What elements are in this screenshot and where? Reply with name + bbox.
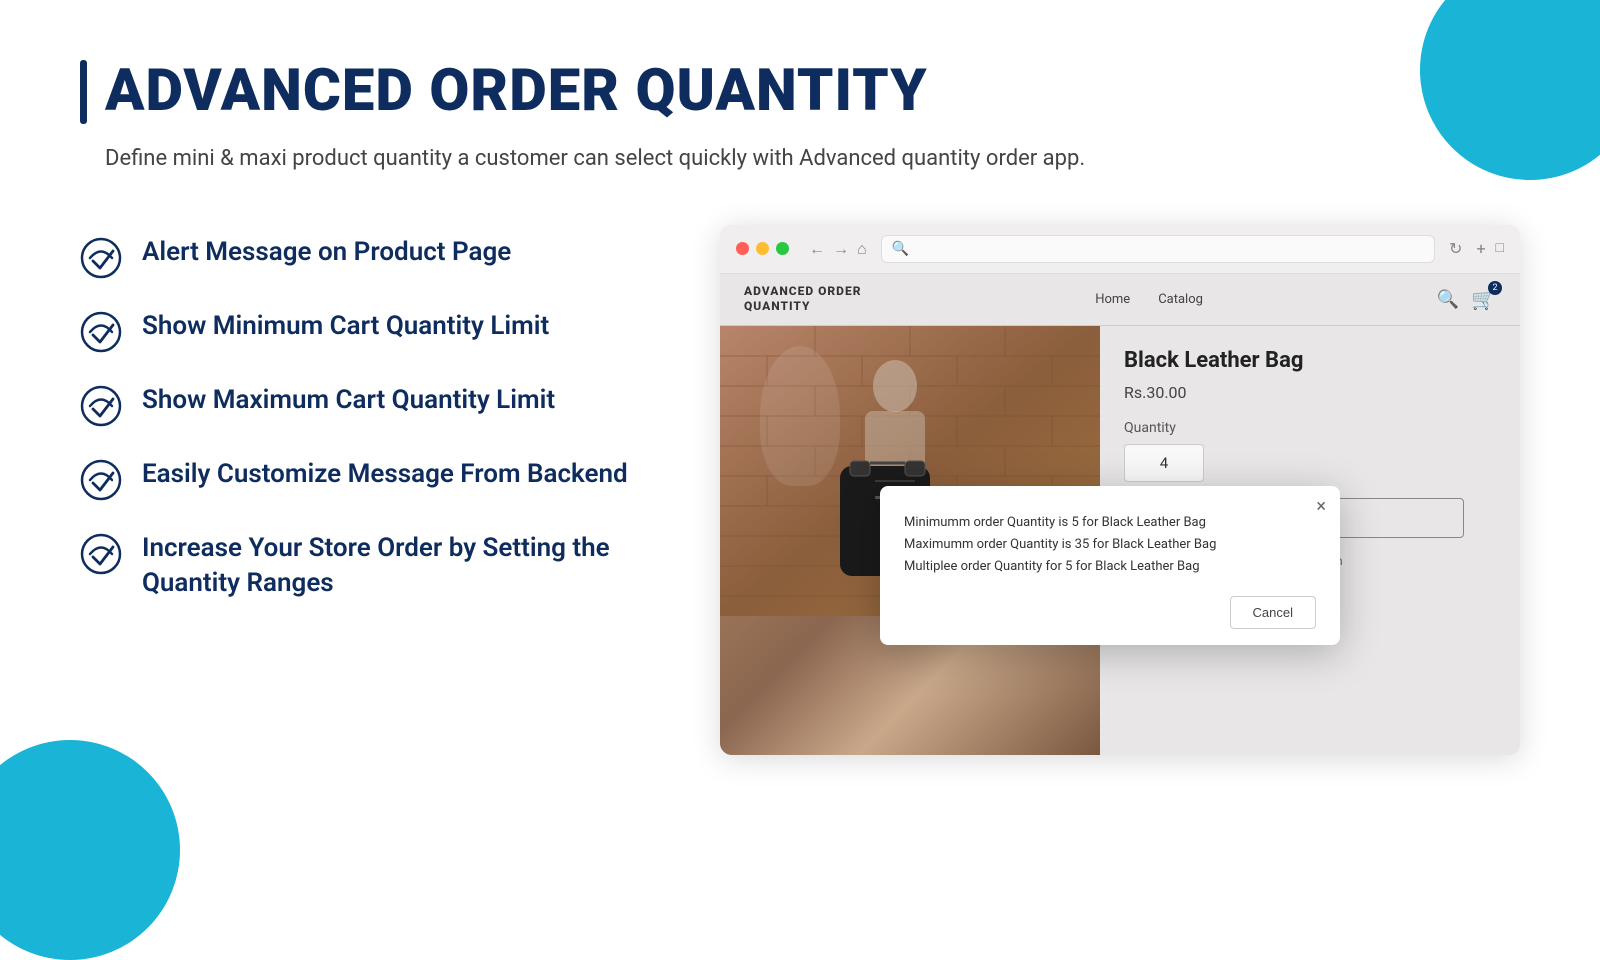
checkmark-icon-4 <box>80 459 122 501</box>
browser-dots <box>736 242 789 255</box>
nav-catalog[interactable]: Catalog <box>1158 292 1203 307</box>
checkmark-icon-2 <box>80 311 122 353</box>
header-section: ADVANCED ORDER QUANTITY Define mini & ma… <box>80 60 1520 175</box>
new-tab-icon[interactable]: + <box>1476 239 1485 258</box>
home-icon[interactable]: ⌂ <box>857 239 867 259</box>
browser-toolbar-right: + □ <box>1476 239 1504 258</box>
modal-close-button[interactable]: × <box>1316 496 1326 517</box>
dot-green[interactable] <box>776 242 789 255</box>
store-nav: Home Catalog <box>1095 292 1203 307</box>
store-logo-line2: QUANTITY <box>744 299 861 315</box>
store-header: ADVANCED ORDER QUANTITY Home Catalog 🔍 🛒… <box>720 274 1520 326</box>
feature-text-1: Alert Message on Product Page <box>142 235 511 270</box>
page-subtitle: Define mini & maxi product quantity a cu… <box>80 142 1520 175</box>
feature-text-4: Easily Customize Message From Backend <box>142 457 628 492</box>
dot-yellow[interactable] <box>756 242 769 255</box>
search-icon: 🔍 <box>892 241 909 257</box>
nav-home[interactable]: Home <box>1095 292 1130 307</box>
body-section: Alert Message on Product Page Show Minim… <box>80 225 1520 860</box>
extensions-icon[interactable]: □ <box>1496 239 1504 258</box>
checkmark-icon-3 <box>80 385 122 427</box>
dot-red[interactable] <box>736 242 749 255</box>
alert-modal: × Minimumm order Quantity is 5 for Black… <box>880 486 1340 645</box>
quantity-label: Quantity <box>1124 420 1496 436</box>
modal-footer: Cancel <box>904 596 1316 629</box>
store-nav-icons: 🔍 🛒 2 <box>1437 287 1496 311</box>
product-name: Black Leather Bag <box>1124 348 1496 373</box>
feature-text-3: Show Maximum Cart Quantity Limit <box>142 383 555 418</box>
checkmark-icon-1 <box>80 237 122 279</box>
feature-item-5: Increase Your Store Order by Setting the… <box>80 531 660 601</box>
checkmark-icon-5 <box>80 533 122 575</box>
features-list: Alert Message on Product Page Show Minim… <box>80 225 660 860</box>
feature-text-2: Show Minimum Cart Quantity Limit <box>142 309 549 344</box>
product-area: Black Leather Bag Rs.30.00 Quantity 4 am… <box>720 326 1520 755</box>
address-bar[interactable]: 🔍 <box>881 235 1435 263</box>
browser-nav-icons: ← → ⌂ <box>809 239 867 259</box>
cart-count: 2 <box>1488 281 1502 295</box>
modal-cancel-button[interactable]: Cancel <box>1230 596 1316 629</box>
feature-item-1: Alert Message on Product Page <box>80 235 660 279</box>
product-price: Rs.30.00 <box>1124 383 1496 402</box>
modal-message-2: Maximumm order Quantity is 35 for Black … <box>904 534 1316 556</box>
browser-toolbar: ← → ⌂ 🔍 ↻ + □ <box>720 225 1520 274</box>
quantity-input[interactable]: 4 <box>1124 444 1204 482</box>
title-bar-decoration <box>80 60 87 124</box>
store-logo: ADVANCED ORDER QUANTITY <box>744 284 861 315</box>
modal-messages: Minimumm order Quantity is 5 for Black L… <box>904 512 1316 578</box>
reload-icon[interactable]: ↻ <box>1449 239 1462 258</box>
feature-text-5: Increase Your Store Order by Setting the… <box>142 531 660 601</box>
cart-icon[interactable]: 🛒 2 <box>1471 287 1496 311</box>
browser-mockup: ← → ⌂ 🔍 ↻ + □ ADVANCED ORDER QUANTITY <box>720 225 1520 755</box>
forward-icon[interactable]: → <box>833 239 849 259</box>
feature-item-2: Show Minimum Cart Quantity Limit <box>80 309 660 353</box>
modal-message-1: Minimumm order Quantity is 5 for Black L… <box>904 512 1316 534</box>
title-wrapper: ADVANCED ORDER QUANTITY <box>80 60 1520 124</box>
main-content: ADVANCED ORDER QUANTITY Define mini & ma… <box>0 0 1600 900</box>
modal-message-3: Multiplee order Quantity for 5 for Black… <box>904 556 1316 578</box>
back-icon[interactable]: ← <box>809 239 825 259</box>
store-search-icon[interactable]: 🔍 <box>1437 289 1459 310</box>
feature-item-3: Show Maximum Cart Quantity Limit <box>80 383 660 427</box>
store-logo-line1: ADVANCED ORDER <box>744 284 861 300</box>
feature-item-4: Easily Customize Message From Backend <box>80 457 660 501</box>
page-title: ADVANCED ORDER QUANTITY <box>105 60 928 124</box>
